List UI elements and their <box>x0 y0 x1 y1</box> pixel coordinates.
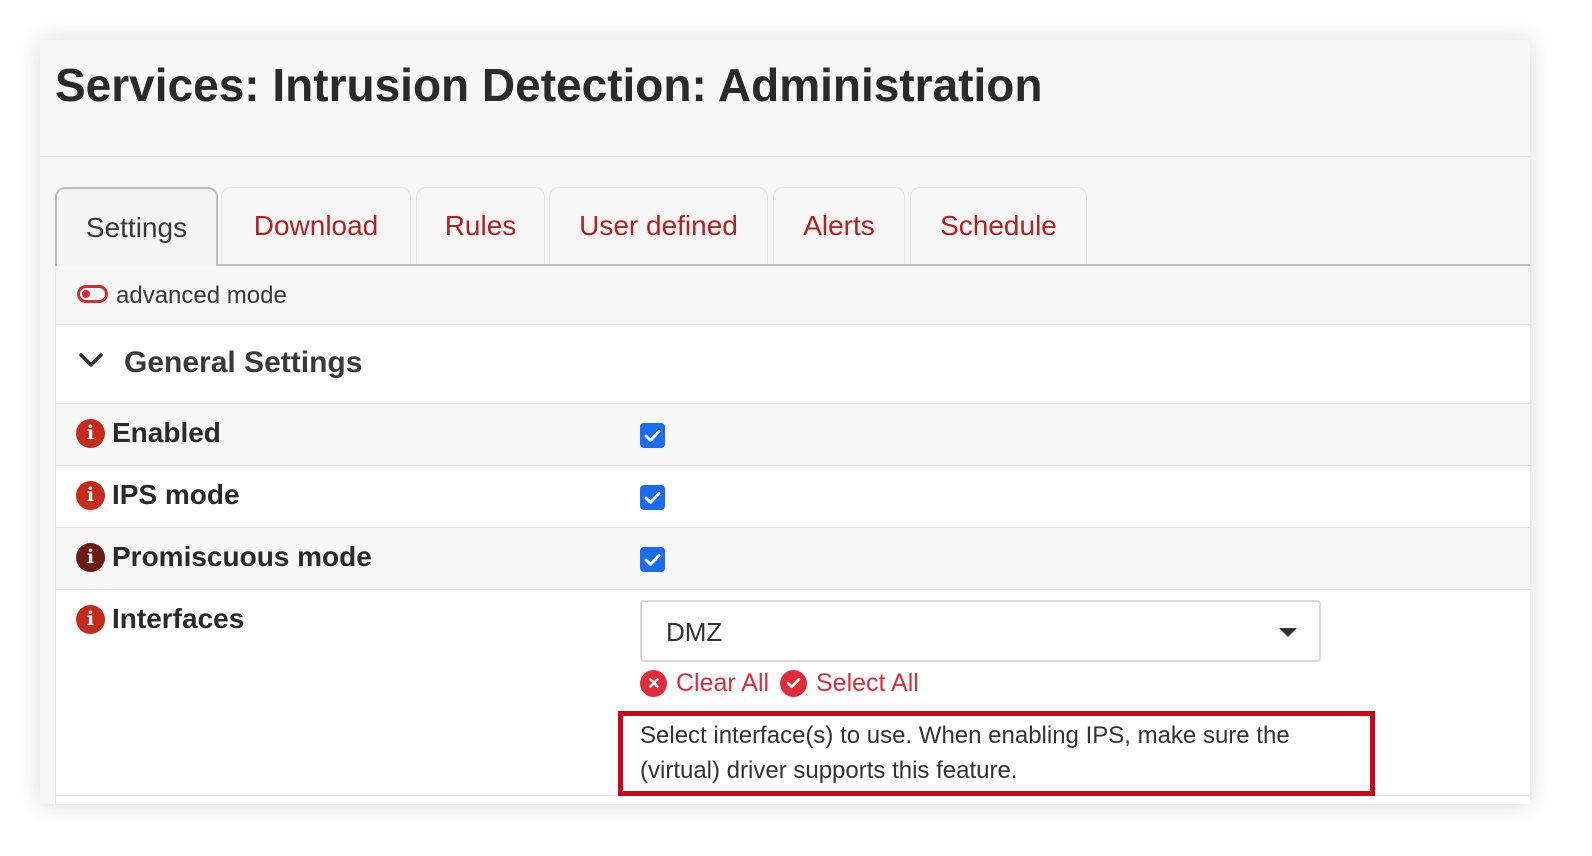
section-header-general-settings[interactable]: General Settings <box>56 325 1530 404</box>
info-icon[interactable]: i <box>76 543 105 572</box>
info-icon[interactable]: i <box>76 419 105 448</box>
page-title: Services: Intrusion Detection: Administr… <box>55 59 1043 111</box>
check-icon <box>644 553 661 566</box>
clear-all-button[interactable]: Clear All <box>640 668 769 698</box>
info-icon[interactable]: i <box>76 481 105 510</box>
field-label-promiscuous-mode: Promiscuous mode <box>112 541 372 572</box>
field-row-enabled: i Enabled <box>56 404 1530 466</box>
advanced-mode-row: advanced mode <box>56 266 1530 325</box>
tab-settings[interactable]: Settings <box>55 187 218 266</box>
interfaces-select[interactable]: DMZ <box>640 600 1321 662</box>
info-icon[interactable]: i <box>76 605 105 634</box>
caret-down-icon <box>1279 628 1297 637</box>
field-label-enabled: Enabled <box>112 417 221 448</box>
interfaces-selected-value: DMZ <box>666 617 723 647</box>
clear-all-label: Clear All <box>676 668 770 697</box>
field-row-ips-mode: i IPS mode <box>56 466 1530 528</box>
tab-download[interactable]: Download <box>221 187 411 264</box>
tab-bar: Settings Download Rules User defined Ale… <box>55 187 1530 266</box>
check-circle-icon <box>780 669 807 697</box>
field-label-interfaces: Interfaces <box>112 603 245 634</box>
select-all-button[interactable]: Select All <box>780 668 919 698</box>
settings-panel: advanced mode General Settings i Enabled… <box>55 266 1530 804</box>
field-row-interfaces: i Interfaces DMZ Clear All Select All Se… <box>56 590 1530 796</box>
check-icon <box>644 491 661 504</box>
tab-rules[interactable]: Rules <box>416 187 545 264</box>
field-row-promiscuous-mode: i Promiscuous mode <box>56 528 1530 590</box>
title-divider <box>40 156 1530 157</box>
close-icon <box>640 669 667 697</box>
ips-mode-checkbox[interactable] <box>640 485 665 510</box>
app-window: Services: Intrusion Detection: Administr… <box>40 40 1530 804</box>
toggle-knob <box>82 290 90 298</box>
tab-alerts[interactable]: Alerts <box>773 187 905 264</box>
enabled-checkbox[interactable] <box>640 423 665 448</box>
chevron-down-icon[interactable] <box>78 351 104 374</box>
section-title: General Settings <box>124 346 363 379</box>
field-label-ips-mode: IPS mode <box>112 479 240 510</box>
tab-user-defined[interactable]: User defined <box>549 187 768 264</box>
advanced-mode-label: advanced mode <box>116 282 287 309</box>
promiscuous-mode-checkbox[interactable] <box>640 547 665 572</box>
check-icon <box>644 429 661 442</box>
interfaces-help-text: Select interface(s) to use. When enablin… <box>618 711 1375 796</box>
advanced-mode-toggle[interactable] <box>77 285 108 303</box>
select-all-label: Select All <box>816 668 919 697</box>
tab-schedule[interactable]: Schedule <box>910 187 1087 264</box>
